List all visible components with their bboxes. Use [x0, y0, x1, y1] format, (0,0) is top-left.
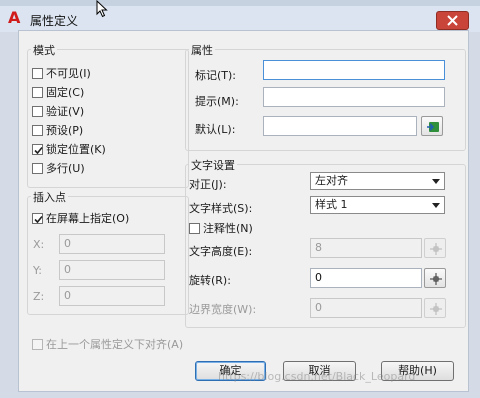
checkbox-box	[189, 223, 200, 234]
pick-rotation-button[interactable]	[424, 268, 446, 288]
default-label: 默认(L):	[195, 123, 236, 136]
text-settings-group-label: 文字设置	[189, 157, 237, 173]
text-style-select[interactable]: 样式 1	[310, 196, 445, 214]
justification-select[interactable]: 左对齐	[310, 172, 445, 190]
text-height-label: 文字高度(E):	[189, 245, 253, 258]
lock-position-checkbox[interactable]: 锁定位置(K)	[32, 141, 106, 156]
y-field[interactable]: 0	[59, 260, 165, 280]
insert-field-button[interactable]	[421, 116, 443, 136]
mouse-cursor-icon	[96, 0, 108, 18]
autocad-icon: A	[8, 8, 21, 27]
mode-group-label: 模式	[31, 42, 57, 58]
checkmark-icon	[34, 146, 43, 155]
specify-on-screen-checkbox[interactable]: 在屏幕上指定(O)	[32, 210, 129, 225]
prompt-label: 提示(M):	[195, 95, 239, 108]
text-style-label: 文字样式(S):	[189, 202, 253, 215]
boundary-width-label: 边界宽度(W):	[189, 303, 257, 316]
multiline-checkbox[interactable]: 多行(U)	[32, 160, 85, 175]
align-below-previous-checkbox[interactable]: 在上一个属性定义下对齐(A)	[32, 336, 183, 351]
default-field[interactable]	[263, 116, 417, 136]
checkbox-box	[32, 106, 43, 117]
attribute-group-label: 属性	[189, 42, 215, 58]
pick-width-button[interactable]	[424, 298, 446, 318]
watermark: https://blog.csdn.net/Black_Leopard	[218, 370, 416, 383]
crosshair-icon	[430, 303, 442, 315]
window-title: 属性定义	[30, 14, 79, 28]
boundary-width-field[interactable]: 0	[310, 298, 422, 318]
x-field[interactable]: 0	[59, 234, 165, 254]
checkbox-box	[32, 68, 43, 79]
insert-field-icon	[427, 122, 439, 132]
text-height-field[interactable]: 8	[310, 238, 422, 258]
z-label: Z:	[33, 290, 45, 303]
chevron-down-icon	[432, 179, 440, 184]
checkbox-box	[32, 144, 43, 155]
y-label: Y:	[33, 264, 42, 277]
invisible-checkbox[interactable]: 不可见(I)	[32, 65, 91, 80]
pick-height-button[interactable]	[424, 238, 446, 258]
justification-label: 对正(J):	[189, 178, 227, 191]
preset-checkbox[interactable]: 预设(P)	[32, 122, 83, 137]
crosshair-icon	[430, 273, 442, 285]
close-button[interactable]	[436, 11, 469, 30]
constant-checkbox[interactable]: 固定(C)	[32, 84, 84, 99]
crosshair-icon	[430, 243, 442, 255]
checkmark-icon	[34, 215, 43, 224]
checkbox-box	[32, 87, 43, 98]
checkbox-box	[32, 163, 43, 174]
checkbox-box	[32, 339, 43, 350]
prompt-field[interactable]	[263, 87, 445, 107]
tag-label: 标记(T):	[195, 69, 237, 82]
checkbox-box	[32, 125, 43, 136]
rotation-label: 旋转(R):	[189, 274, 231, 287]
x-label: X:	[33, 238, 45, 251]
rotation-field[interactable]: 0	[310, 268, 422, 288]
z-field[interactable]: 0	[59, 286, 165, 306]
chevron-down-icon	[432, 203, 440, 208]
dialog-body: 模式 不可见(I) 固定(C) 验证(V) 预设(P) 锁定位置(K) 多行(U…	[18, 30, 469, 392]
title-bar[interactable]: A 属性定义	[0, 6, 480, 32]
verify-checkbox[interactable]: 验证(V)	[32, 103, 84, 118]
annotative-checkbox[interactable]: 注释性(N)	[189, 220, 253, 235]
close-icon	[447, 15, 458, 26]
checkbox-box	[32, 213, 43, 224]
insertion-point-group-label: 插入点	[31, 189, 68, 205]
tag-field[interactable]	[263, 60, 445, 80]
